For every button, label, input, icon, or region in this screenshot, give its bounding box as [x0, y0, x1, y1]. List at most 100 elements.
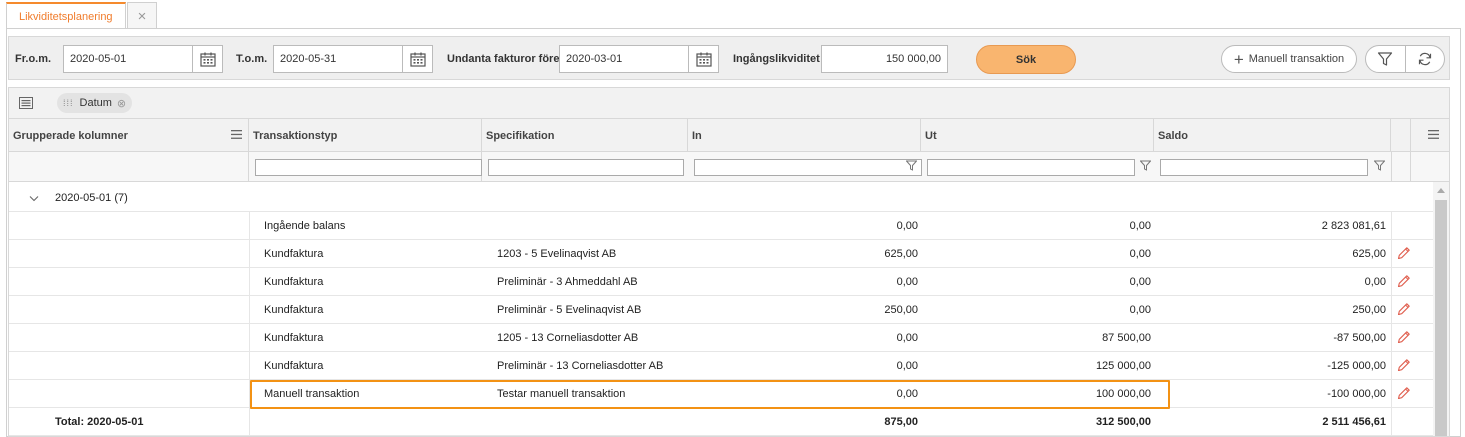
refresh-icon[interactable] [1404, 46, 1445, 72]
column-header-saldo[interactable]: Saldo [1154, 119, 1391, 152]
group-panel: ⁞⁞⁞ Datum ⊗ [8, 87, 1450, 118]
table-row[interactable]: Kundfaktura 1205 - 13 Corneliasdotter AB 0… [9, 324, 1433, 352]
grid-header: Grupperade kolumner Transaktionstyp Spec… [9, 119, 1449, 152]
cell-spec: Preliminär - 3 Ahmeddahl AB [497, 276, 638, 288]
table-row[interactable]: Manuell transaktion Testar manuell transa… [9, 380, 1433, 408]
filter-divider [1391, 152, 1392, 182]
filter-funnel-icon[interactable] [1139, 160, 1152, 174]
remove-group-icon[interactable]: ⊗ [117, 97, 126, 110]
group-row[interactable]: 2020-05-01 (7) [9, 184, 1433, 212]
filter-row [9, 152, 1449, 182]
calendar-icon[interactable] [688, 46, 718, 72]
cell-divider [249, 268, 250, 296]
column-header-transaktionstyp[interactable]: Transaktionstyp [249, 119, 482, 152]
cell-divider [249, 296, 250, 324]
total-row: Total: 2020-05-01 875,00 312 500,00 2 51… [9, 408, 1433, 436]
column-chooser[interactable] [1391, 119, 1449, 152]
column-header-in[interactable]: In [688, 119, 921, 152]
cell-divider [1391, 212, 1392, 240]
edit-pencil-icon[interactable] [1396, 274, 1411, 292]
from-date-value[interactable]: 2020-05-01 [64, 46, 192, 72]
cell-saldo: 625,00 [1352, 248, 1386, 260]
edit-pencil-icon[interactable] [1396, 246, 1411, 264]
cell-in: 625,00 [884, 248, 918, 260]
edit-pencil-icon[interactable] [1396, 302, 1411, 320]
cell-spec: Preliminär - 13 Corneliasdotter AB [497, 360, 664, 372]
scroll-up-icon[interactable] [1437, 188, 1445, 193]
cell-divider [249, 240, 250, 268]
column-menu-icon[interactable] [231, 130, 242, 142]
cell-out: 0,00 [1129, 220, 1151, 232]
filter-bar: Fr.o.m. 2020-05-01 T.o.m. 2020-05-31 Und… [8, 36, 1450, 80]
opening-liquidity-input[interactable]: 150 000,00 [821, 45, 948, 73]
cell-saldo: 2 823 081,61 [1321, 220, 1386, 232]
group-chip-datum[interactable]: ⁞⁞⁞ Datum ⊗ [57, 93, 133, 113]
manual-transaction-button[interactable]: + Manuell transaktion [1221, 45, 1357, 73]
cell-divider [1391, 380, 1392, 408]
header-divider [1410, 119, 1411, 152]
exclude-date-field[interactable]: 2020-03-01 [559, 45, 719, 73]
column-header-ut[interactable]: Ut [921, 119, 1154, 152]
calendar-icon[interactable] [402, 46, 432, 72]
table-row[interactable]: Kundfaktura 1203 - 5 Evelinaqvist AB 625,0… [9, 240, 1433, 268]
manual-transaction-label: Manuell transaktion [1248, 53, 1345, 65]
table-row[interactable]: Kundfaktura Preliminär - 13 Corneliasdott… [9, 352, 1433, 380]
edit-pencil-icon[interactable] [1396, 358, 1411, 376]
tab-likviditetsplanering[interactable]: Likviditetsplanering [6, 2, 126, 29]
to-date-value[interactable]: 2020-05-31 [274, 46, 402, 72]
cell-divider [249, 324, 250, 352]
cell-spec: Testar manuell transaktion [497, 388, 626, 400]
edit-pencil-icon[interactable] [1396, 330, 1411, 348]
table-row[interactable]: Kundfaktura Preliminär - 5 Evelinaqvist A… [9, 296, 1433, 324]
table-row[interactable]: Kundfaktura Preliminär - 3 Ahmeddahl AB 0,… [9, 268, 1433, 296]
table-row[interactable]: Ingående balans 0,00 0,00 2 823 081,61 [9, 212, 1433, 240]
to-date-field[interactable]: 2020-05-31 [273, 45, 433, 73]
column-chooser-icon[interactable] [1428, 130, 1439, 142]
drag-handle-icon[interactable]: ⁞⁞⁞ [63, 98, 74, 108]
cell-type: Ingående balans [264, 220, 346, 232]
filter-input-in[interactable] [694, 159, 922, 176]
cell-out: 0,00 [1129, 276, 1151, 288]
cell-saldo: 0,00 [1364, 276, 1386, 288]
column-header-grouped-label: Grupperade kolumner [13, 129, 128, 142]
cell-in: 0,00 [896, 220, 918, 232]
cell-spec: 1205 - 13 Corneliasdotter AB [497, 332, 639, 344]
filter-funnel-icon[interactable] [905, 160, 918, 174]
filter-input-saldo[interactable] [1160, 159, 1368, 176]
group-toggle-icon[interactable] [19, 97, 33, 112]
cell-spec: Preliminär - 5 Evelinaqvist AB [497, 304, 642, 316]
search-button[interactable]: Sök [976, 45, 1076, 74]
vertical-scrollbar[interactable] [1433, 182, 1449, 436]
from-date-field[interactable]: 2020-05-01 [63, 45, 223, 73]
edit-pencil-icon[interactable] [1396, 386, 1411, 404]
cell-divider [249, 380, 250, 408]
cell-saldo: -100 000,00 [1327, 388, 1386, 400]
filter-input-specifikation[interactable] [488, 159, 684, 176]
cell-in: 0,00 [896, 332, 918, 344]
chevron-down-icon[interactable] [29, 184, 39, 212]
cell-spec: 1203 - 5 Evelinaqvist AB [497, 248, 617, 260]
cell-in: 0,00 [896, 276, 918, 288]
cell-out: 0,00 [1129, 248, 1151, 260]
scrollbar-thumb[interactable] [1435, 200, 1447, 436]
filter-input-ut[interactable] [927, 159, 1135, 176]
cell-divider [1391, 408, 1392, 436]
close-tab-icon[interactable]: × [126, 2, 158, 29]
column-header-specifikation[interactable]: Specifikation [482, 119, 688, 152]
cell-in: 0,00 [896, 360, 918, 372]
cell-type: Kundfaktura [264, 304, 324, 316]
filter-input-transaktionstyp[interactable] [255, 159, 482, 176]
cell-divider [1391, 352, 1392, 380]
filter-cell-grouped [9, 152, 249, 182]
filter-icon[interactable] [1366, 46, 1405, 72]
cell-saldo: 250,00 [1352, 304, 1386, 316]
cell-in: 0,00 [896, 388, 918, 400]
filter-funnel-icon[interactable] [1373, 160, 1386, 174]
column-header-grouped[interactable]: Grupperade kolumner [9, 119, 249, 152]
calendar-icon[interactable] [192, 46, 222, 72]
transactions-grid: Grupperade kolumner Transaktionstyp Spec… [8, 118, 1450, 437]
cell-out: 100 000,00 [1095, 388, 1151, 400]
cell-type: Kundfaktura [264, 360, 324, 372]
cell-divider [249, 408, 250, 436]
exclude-date-value[interactable]: 2020-03-01 [560, 46, 688, 72]
